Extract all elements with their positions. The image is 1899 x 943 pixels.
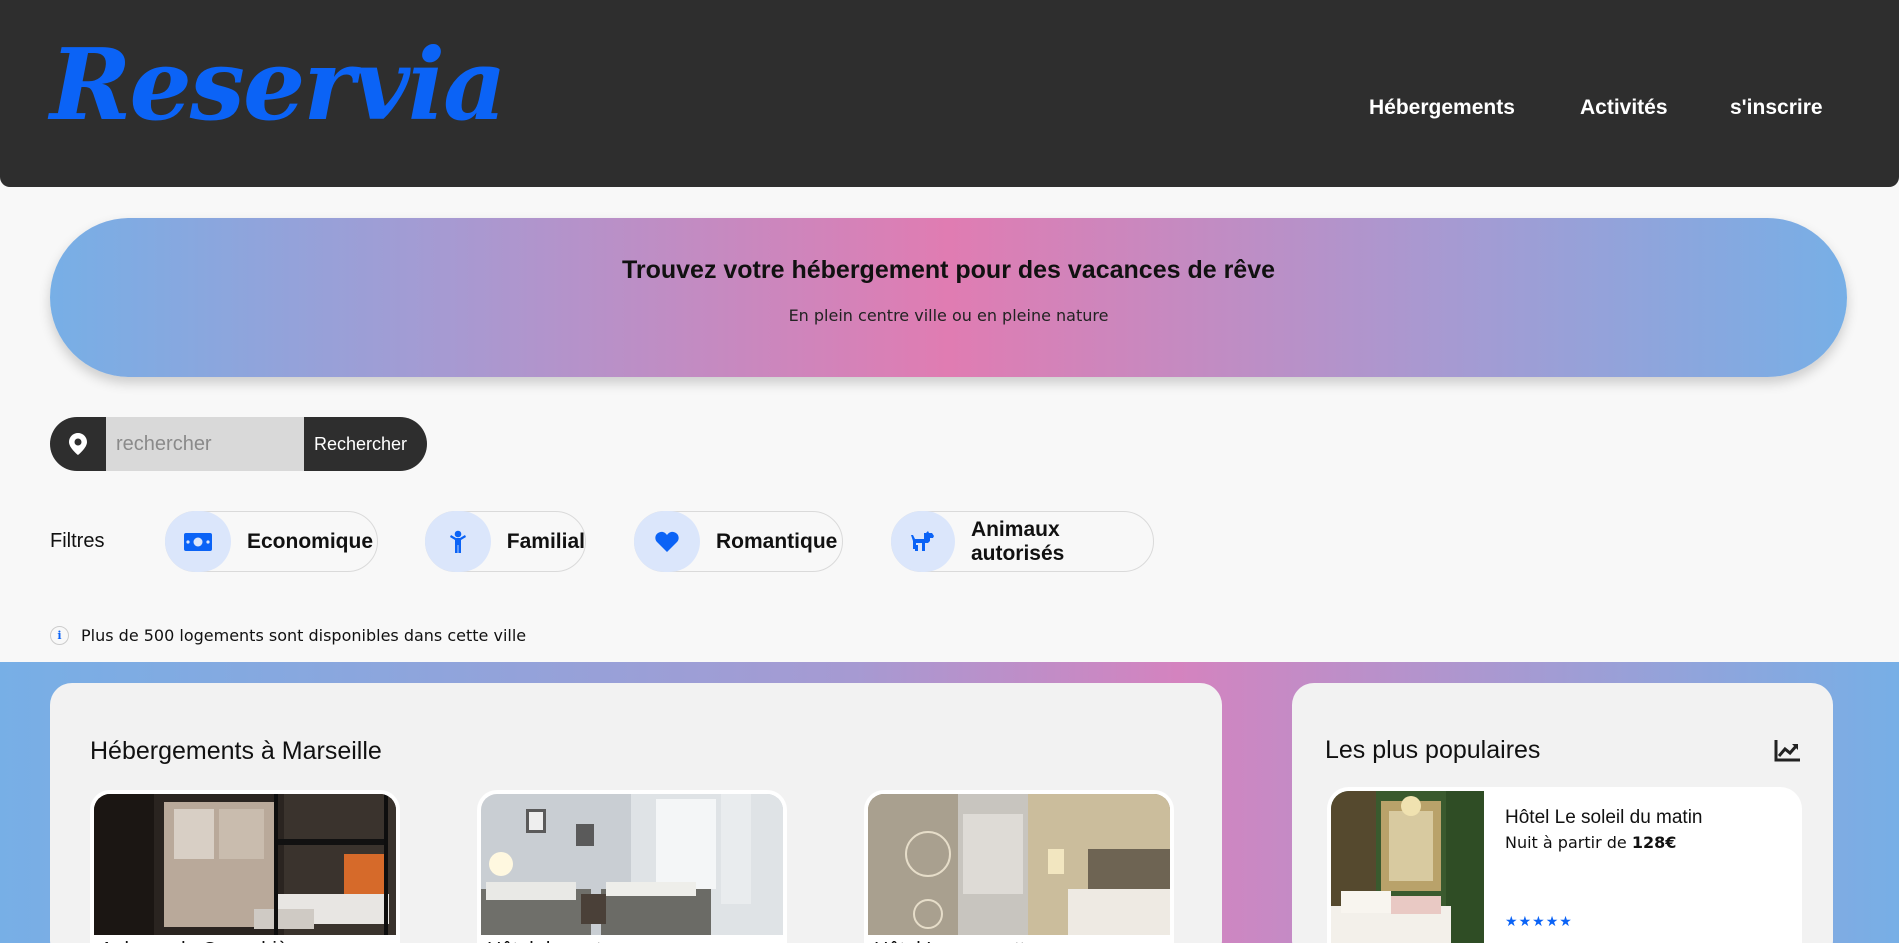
accommodations-title: Hébergements à Marseille — [90, 737, 382, 765]
availability-text: Plus de 500 logements sont disponibles d… — [81, 626, 527, 645]
availability-info: i Plus de 500 logements sont disponibles… — [50, 626, 526, 645]
accommodations-panel: Hébergements à Marseille Auberge la Cann… — [50, 683, 1222, 943]
accommodation-name: Auberge la Cannebière — [94, 935, 396, 943]
dog-icon — [891, 511, 955, 572]
location-pin-icon — [50, 417, 106, 471]
popular-photo — [1331, 791, 1484, 943]
star-icon: ★ — [1518, 914, 1533, 930]
accommodation-name: Hôtel Les mouettes — [868, 935, 1170, 943]
hero-subtitle: En plein centre ville ou en pleine natur… — [788, 306, 1109, 325]
filter-familial[interactable]: Familial — [425, 511, 586, 572]
filter-economique[interactable]: Economique — [165, 511, 378, 572]
filter-label: Economique — [247, 529, 374, 553]
accommodation-name: Hôtel du port — [481, 935, 783, 943]
nav-link-hebergements[interactable]: Hébergements — [1369, 96, 1515, 120]
hero-banner: Trouvez votre hébergement pour des vacan… — [50, 218, 1847, 377]
filter-label: Familial — [506, 529, 585, 553]
popular-hotel-name: Hôtel Le soleil du matin — [1505, 807, 1703, 828]
accommodation-card[interactable]: Hôtel du port — [477, 790, 787, 943]
search-bar: Rechercher — [50, 417, 427, 471]
heart-icon — [634, 511, 700, 572]
nav-link-activites[interactable]: Activités — [1580, 96, 1668, 120]
popular-panel: Les plus populaires Hôtel Le soleil du m… — [1292, 683, 1833, 943]
popular-hotel-price: Nuit à partir de 128€ — [1505, 833, 1677, 852]
star-icon: ★ — [1559, 914, 1573, 930]
star-icon: ★ — [1532, 914, 1546, 930]
trending-up-icon — [1774, 740, 1800, 766]
rating-stars: ★★★★★ — [1505, 914, 1573, 930]
hero-title: Trouvez votre hébergement pour des vacan… — [621, 256, 1276, 284]
popular-card[interactable]: Hôtel Le soleil du matin Nuit à partir d… — [1327, 787, 1802, 943]
accommodation-photo — [481, 794, 783, 935]
popular-title: Les plus populaires — [1325, 736, 1541, 764]
nav-link-signup[interactable]: s'inscrire — [1730, 96, 1823, 120]
filter-romantique[interactable]: Romantique — [634, 511, 843, 572]
info-icon: i — [50, 626, 69, 645]
star-icon: ★ — [1545, 914, 1560, 930]
child-icon — [425, 511, 491, 572]
filter-animaux[interactable]: Animaux autorisés — [891, 511, 1154, 572]
filter-label: Animaux autorisés — [970, 517, 1065, 565]
accommodation-photo — [94, 794, 396, 935]
logo[interactable]: Reservia — [50, 28, 507, 143]
money-icon — [165, 511, 231, 572]
filters-label: Filtres — [50, 530, 105, 552]
site-header: Reservia Hébergements Activités s'inscri… — [0, 0, 1899, 187]
filter-label: Romantique — [716, 529, 838, 553]
search-input[interactable] — [106, 417, 304, 471]
star-icon: ★ — [1505, 914, 1519, 930]
accommodation-card[interactable]: Auberge la Cannebière — [90, 790, 400, 943]
accommodation-card[interactable]: Hôtel Les mouettes — [864, 790, 1174, 943]
accommodation-photo — [868, 794, 1170, 935]
search-button[interactable]: Rechercher — [304, 417, 427, 471]
